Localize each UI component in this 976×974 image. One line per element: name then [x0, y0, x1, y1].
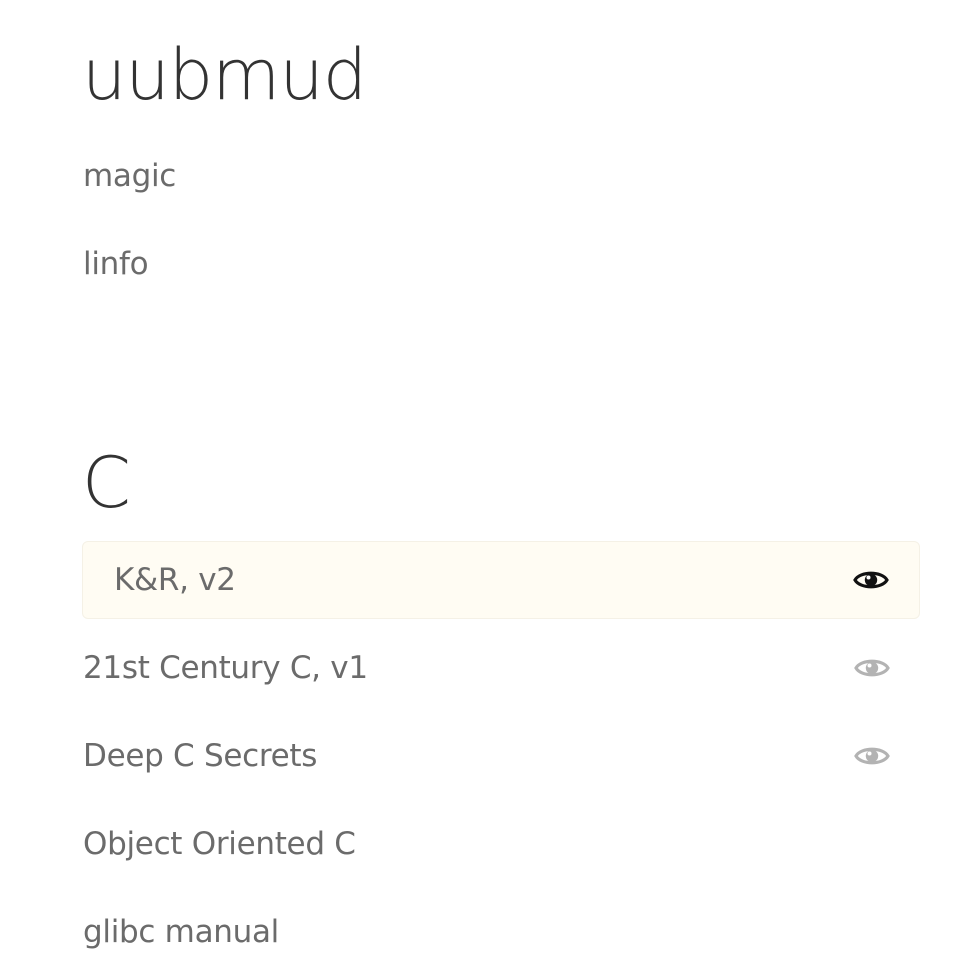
- list-item-linfo[interactable]: linfo: [82, 225, 920, 303]
- section-title-uubmud: uubmud: [82, 34, 367, 116]
- list-item-kr-v2[interactable]: K&R, v2: [82, 541, 920, 619]
- list-item-deep-c-secrets[interactable]: Deep C Secrets: [82, 717, 920, 795]
- eye-icon[interactable]: [854, 655, 890, 681]
- list-item-label: Object Oriented C: [83, 826, 356, 862]
- list-item-label: 21st Century C, v1: [83, 650, 368, 686]
- list-item-magic[interactable]: magic: [82, 137, 920, 215]
- list-item-21st-century-c[interactable]: 21st Century C, v1: [82, 629, 920, 707]
- list-item-glibc-manual[interactable]: glibc manual: [82, 893, 920, 971]
- list-item-object-oriented-c[interactable]: Object Oriented C: [82, 805, 920, 883]
- list-item-label: linfo: [83, 246, 149, 282]
- eye-icon[interactable]: [853, 567, 889, 593]
- list-item-label: magic: [83, 158, 177, 194]
- eye-icon[interactable]: [854, 743, 890, 769]
- list-item-label: K&R, v2: [114, 562, 236, 598]
- section-title-c: C: [82, 442, 131, 524]
- list-item-label: Deep C Secrets: [83, 738, 318, 774]
- list-item-label: glibc manual: [83, 914, 279, 950]
